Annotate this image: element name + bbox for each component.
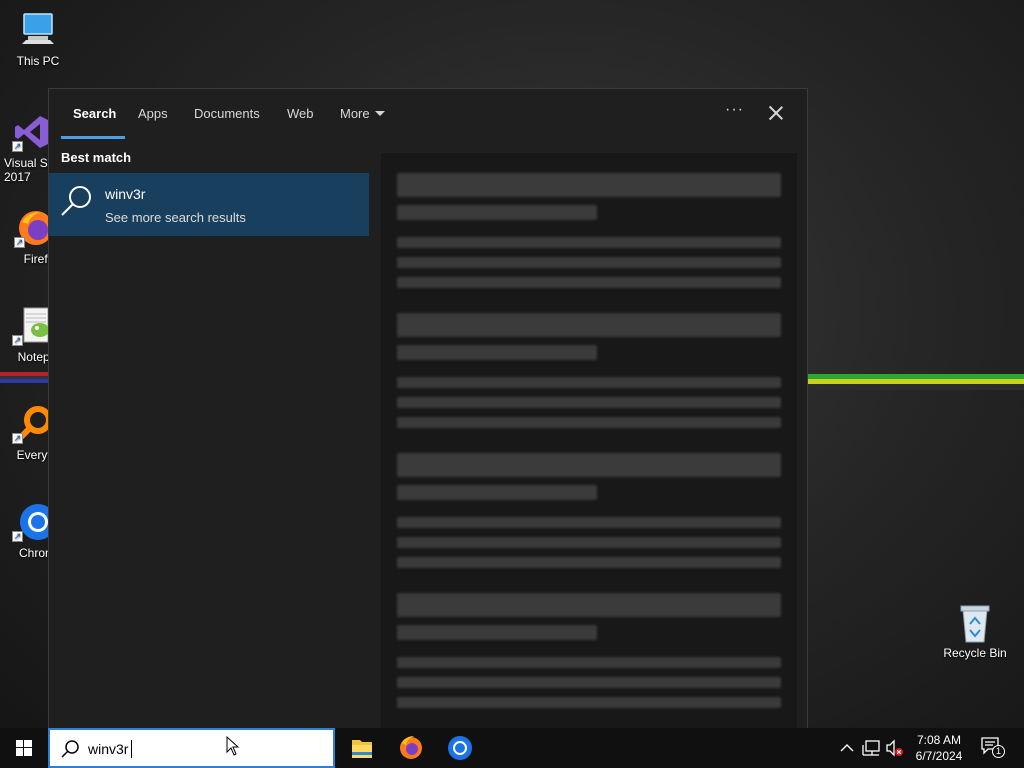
skeleton-line <box>397 485 597 500</box>
file-explorer-icon <box>352 740 372 758</box>
tab-more[interactable]: More <box>340 106 385 121</box>
computer-icon <box>18 10 58 50</box>
tab-search[interactable]: Search <box>73 106 116 121</box>
skeleton-line <box>397 345 597 360</box>
search-icon <box>59 183 95 219</box>
wallpaper-stripe <box>808 374 1024 390</box>
chevron-up-icon[interactable] <box>837 738 857 758</box>
chrome-icon <box>448 736 472 760</box>
tab-documents[interactable]: Documents <box>194 106 260 121</box>
desktop-icon-label: Recycle Bin <box>943 646 1007 660</box>
skeleton-line <box>397 557 781 568</box>
skeleton-line <box>397 173 781 197</box>
shortcut-arrow-icon: ↗ <box>12 433 23 444</box>
search-tabs: Search Apps Documents Web More ··· <box>49 89 807 139</box>
skeleton-line <box>397 657 781 668</box>
skeleton-line <box>397 677 781 688</box>
skeleton-line <box>397 417 781 428</box>
tab-web[interactable]: Web <box>287 106 314 121</box>
best-match-result[interactable]: winv3r See more search results <box>49 173 369 236</box>
start-button[interactable] <box>0 728 48 768</box>
search-panel: Search Apps Documents Web More ··· Best … <box>48 88 808 729</box>
desktop-icon-this-pc[interactable]: This PC <box>0 10 76 68</box>
chrome-icon: ↗ <box>12 502 56 542</box>
chevron-down-icon <box>374 111 385 116</box>
text-cursor <box>131 740 132 758</box>
clock-date: 6/7/2024 <box>915 749 963 763</box>
skeleton-line <box>397 205 597 220</box>
volume-muted-icon[interactable] <box>885 738 905 758</box>
ellipsis-icon[interactable]: ··· <box>725 101 744 119</box>
action-center-button[interactable]: 1 <box>980 736 1006 760</box>
taskbar-clock[interactable]: 7:08 AM 6/7/2024 <box>910 732 968 764</box>
tab-apps[interactable]: Apps <box>138 106 168 121</box>
skeleton-line <box>397 313 781 337</box>
tab-more-label: More <box>340 106 370 121</box>
clock-time: 7:08 AM <box>916 733 962 747</box>
shortcut-arrow-icon: ↗ <box>12 335 23 346</box>
shortcut-arrow-icon: ↗ <box>12 141 23 152</box>
mouse-pointer-icon <box>226 736 240 756</box>
skeleton-line <box>397 453 781 477</box>
firefox-icon <box>400 736 422 759</box>
best-match-heading: Best match <box>61 150 132 165</box>
windows-logo-icon <box>16 740 32 756</box>
skeleton-line <box>397 697 781 708</box>
preview-pane-loading <box>381 153 797 729</box>
notification-count-badge: 1 <box>992 745 1005 758</box>
desktop-icon-recycle-bin[interactable]: Recycle Bin <box>937 602 1013 660</box>
everything-search-icon: ↗ <box>12 404 52 444</box>
taskbar-file-explorer[interactable] <box>338 728 386 768</box>
skeleton-line <box>397 377 781 388</box>
best-match-subtitle: See more search results <box>105 210 246 225</box>
best-match-name: winv3r <box>105 186 146 202</box>
active-tab-indicator <box>61 136 125 139</box>
recycle-bin-icon <box>955 602 995 643</box>
skeleton-line <box>397 537 781 548</box>
search-input[interactable] <box>88 738 318 760</box>
skeleton-line <box>397 237 781 248</box>
visual-studio-icon: ↗ <box>12 112 52 152</box>
skeleton-line <box>397 517 781 528</box>
skeleton-line <box>397 397 781 408</box>
taskbar-firefox[interactable] <box>387 728 435 768</box>
shortcut-arrow-icon: ↗ <box>14 237 25 248</box>
desktop-icon-label: This PC <box>16 54 60 68</box>
wallpaper-stripe-left <box>0 372 48 386</box>
skeleton-line <box>397 593 781 617</box>
skeleton-line <box>397 257 781 268</box>
shortcut-arrow-icon: ↗ <box>12 531 23 542</box>
search-icon <box>60 739 80 759</box>
skeleton-line <box>397 625 597 640</box>
taskbar: 7:08 AM 6/7/2024 1 <box>0 728 1024 768</box>
taskbar-search-box[interactable] <box>48 728 335 768</box>
taskbar-chrome[interactable] <box>436 728 484 768</box>
close-icon[interactable] <box>765 102 787 124</box>
network-icon[interactable] <box>861 738 881 758</box>
notepad-plus-icon: ↗ <box>12 306 52 346</box>
skeleton-line <box>397 277 781 288</box>
